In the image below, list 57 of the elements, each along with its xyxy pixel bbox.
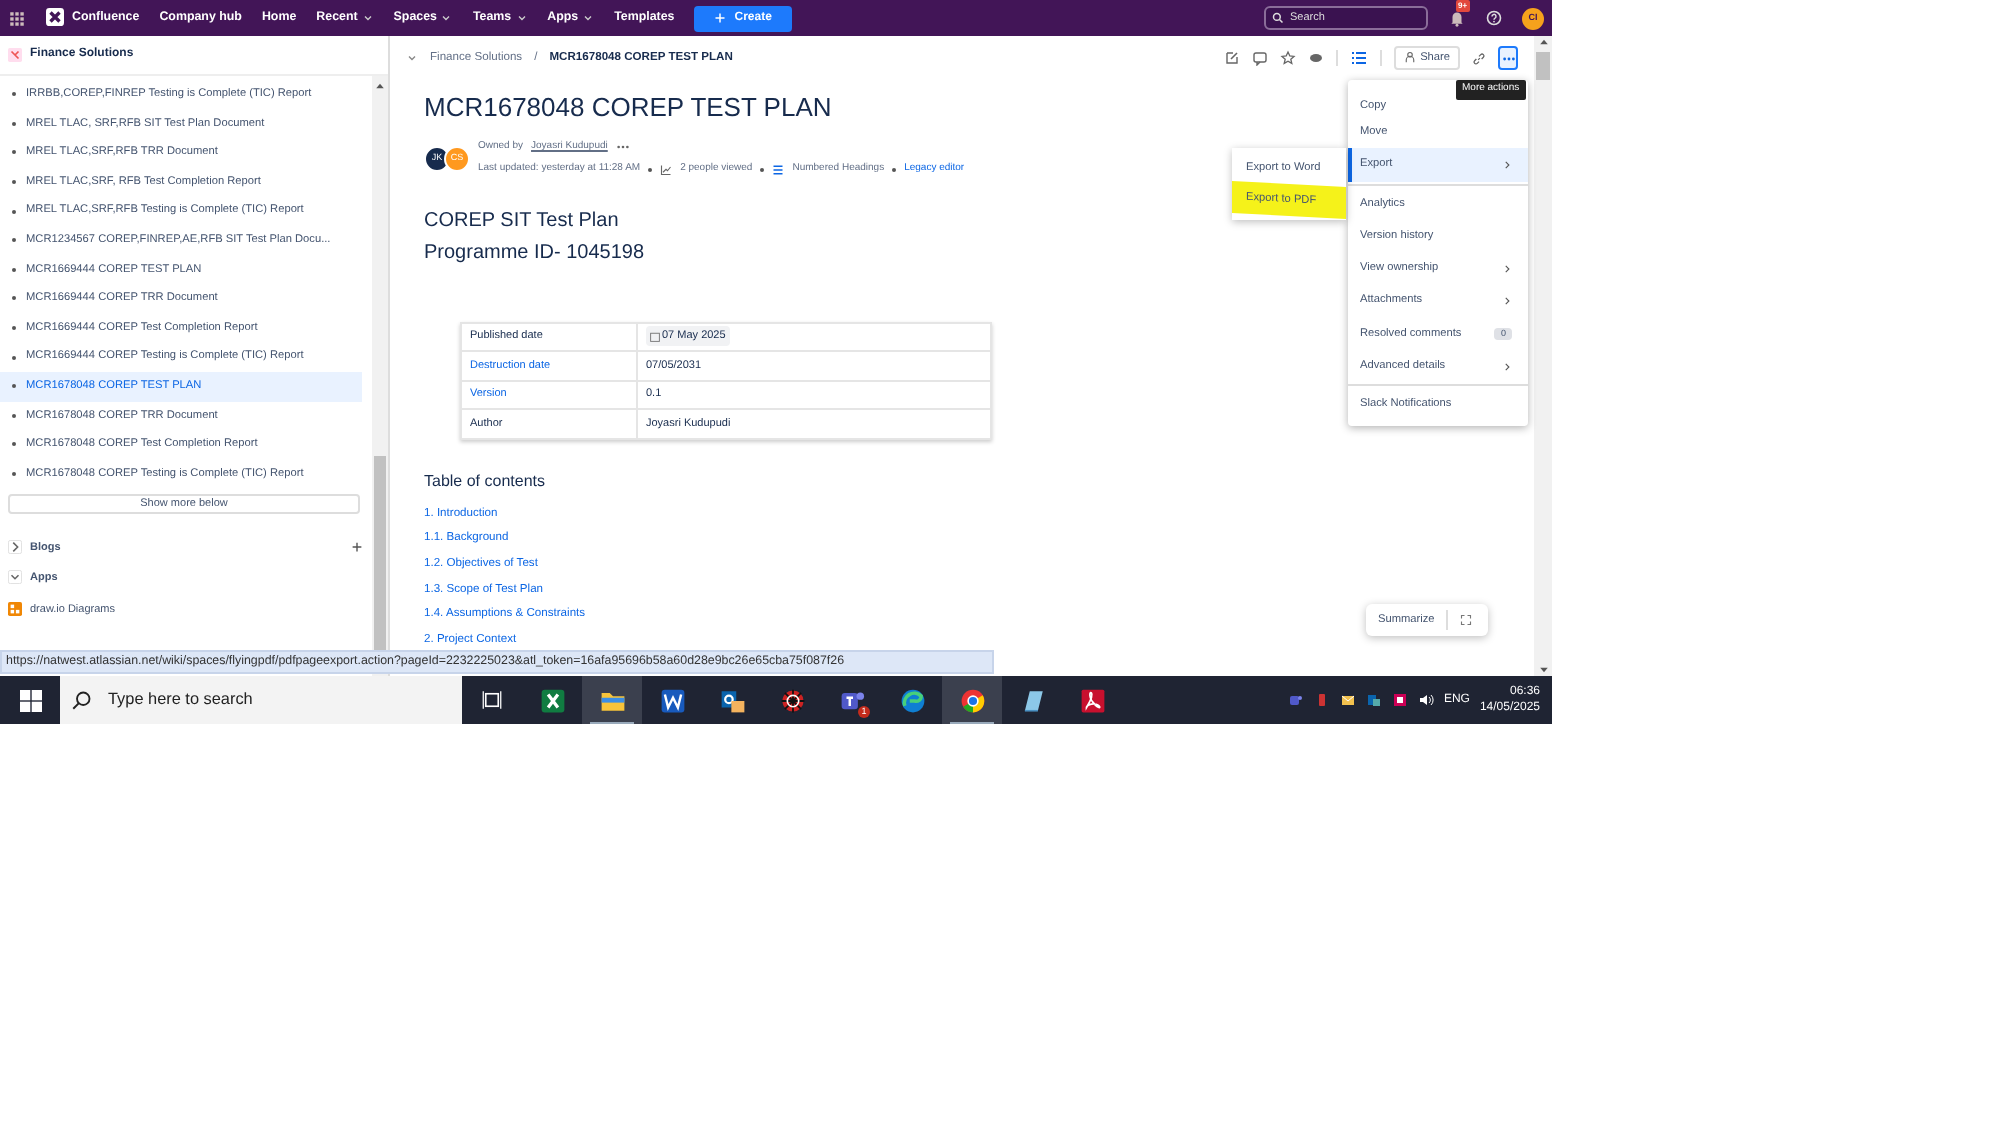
list-icon	[772, 163, 785, 176]
spreadsheet-app-icon[interactable]	[539, 687, 565, 713]
chevron-down-icon	[582, 11, 595, 24]
chevron-right-icon	[1502, 263, 1512, 274]
analytics-icon	[660, 163, 673, 176]
star-icon[interactable]	[1280, 50, 1297, 66]
chevron-down-icon	[440, 11, 453, 24]
help-icon[interactable]	[1486, 10, 1502, 26]
notebook-icon[interactable]	[1019, 687, 1045, 713]
heading: Programme ID- 1045198	[424, 239, 645, 268]
plus-icon	[714, 12, 727, 24]
mail-app-icon[interactable]	[1365, 692, 1382, 708]
scrollbar-thumb[interactable]	[1536, 52, 1550, 80]
scroll-up-icon[interactable]	[374, 80, 386, 92]
mail-icon[interactable]	[1339, 692, 1356, 708]
document-app-icon[interactable]	[659, 687, 685, 713]
chevron-down-icon	[515, 11, 528, 24]
more-actions-button[interactable]	[1498, 46, 1518, 70]
toc-heading: Table of contents	[424, 469, 547, 494]
comment-icon[interactable]	[1252, 50, 1269, 66]
expand-icon	[1460, 614, 1473, 626]
edit-icon[interactable]	[1224, 50, 1241, 66]
heading: COREP SIT Test Plan	[424, 207, 619, 236]
bell-icon[interactable]	[1448, 8, 1466, 28]
chevron-right-icon	[1502, 296, 1512, 307]
search-icon	[1272, 12, 1284, 24]
windows-start-icon[interactable]	[19, 689, 41, 711]
web-icon[interactable]	[779, 687, 805, 713]
page-title: MCR1678048 COREP TEST PLAN	[424, 92, 832, 124]
space-icon	[8, 48, 22, 62]
task-view-icon[interactable]	[482, 690, 502, 710]
app-icon	[8, 602, 22, 617]
search-icon	[72, 690, 92, 710]
taskbar-search-field[interactable]: Type here to search	[60, 676, 462, 724]
pdf-icon[interactable]	[1079, 687, 1105, 713]
scrollbar-thumb[interactable]	[374, 456, 386, 656]
chevron-right-icon[interactable]	[8, 540, 22, 555]
speaker-icon[interactable]	[1417, 692, 1434, 708]
more-icon[interactable]	[615, 143, 630, 150]
person-icon	[1404, 50, 1417, 65]
more-icon	[1501, 55, 1515, 61]
list-icon[interactable]	[1350, 50, 1369, 66]
watch-icon[interactable]	[1308, 50, 1325, 66]
calendar-icon	[650, 331, 660, 342]
chevron-right-icon	[1502, 361, 1512, 372]
chevron-right-icon	[1502, 159, 1512, 170]
logo-icon	[46, 8, 64, 27]
app-grid-icon[interactable]	[8, 9, 26, 27]
mail-app-icon[interactable]	[719, 687, 745, 713]
folder-icon[interactable]	[599, 687, 625, 713]
chevron-down-icon	[361, 11, 374, 24]
plus-icon[interactable]	[350, 540, 364, 555]
browser-icon[interactable]	[959, 687, 985, 713]
chat-app-icon[interactable]	[839, 687, 865, 713]
chevron-down-icon[interactable]	[406, 52, 418, 64]
browser-icon[interactable]	[899, 687, 925, 713]
link-icon[interactable]	[1472, 51, 1486, 65]
